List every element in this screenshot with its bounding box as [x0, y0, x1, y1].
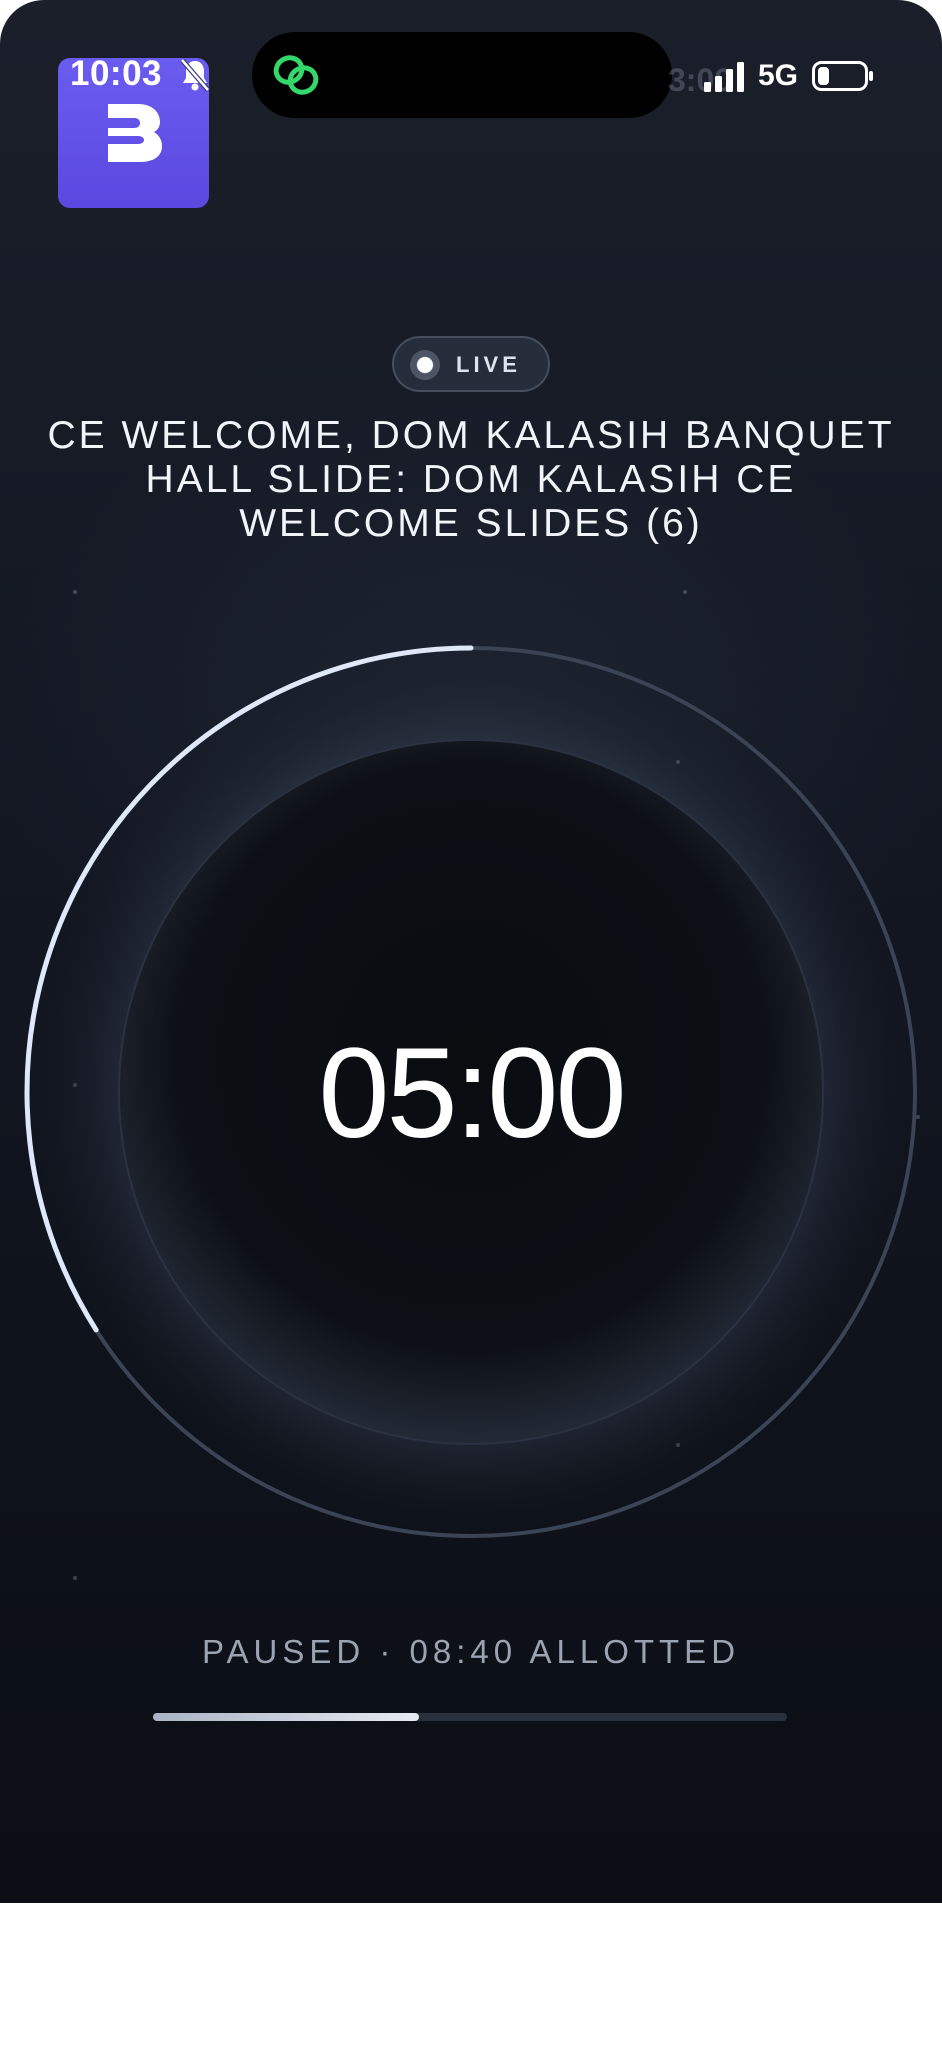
countdown-display[interactable]: 05:00 [221, 1020, 721, 1167]
slide-title: CE WELCOME, DOM KALASIH BANQUET HALL SLI… [47, 414, 895, 545]
particle [683, 590, 687, 594]
bell-slash-icon [180, 58, 210, 92]
signal-icon [704, 62, 744, 92]
network-type: 5G [758, 59, 799, 92]
battery-icon [812, 61, 873, 91]
status-bar: 10:03 3:00 5G [0, 0, 942, 208]
link-icon[interactable] [268, 50, 324, 100]
live-label: LIVE [456, 352, 521, 377]
particle [73, 590, 77, 594]
allotted-progress-track [153, 1713, 787, 1721]
live-badge: LIVE [392, 336, 550, 392]
particle [73, 1576, 77, 1580]
clock-time: 10:03 [70, 54, 163, 93]
live-dot-icon [410, 350, 440, 380]
app-logo-b-icon [108, 104, 162, 162]
timer-status: PAUSED · 08:40 ALLOTTED [201, 1633, 741, 1670]
allotted-progress-fill [153, 1713, 420, 1721]
phone-screen: 10:03 3:00 5G LIVE CE WELCOME, DOM KALAS… [0, 0, 942, 1903]
